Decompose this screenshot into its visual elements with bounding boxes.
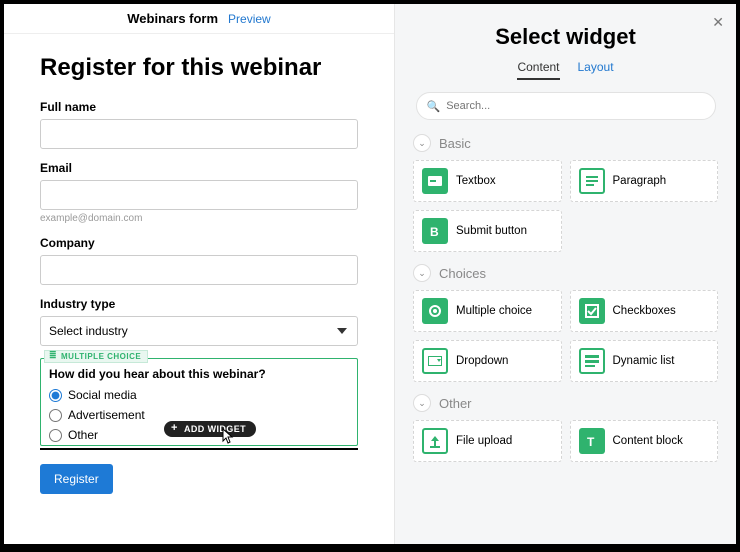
section-label: Choices — [439, 266, 486, 281]
widget-label: Textbox — [456, 175, 496, 187]
mc-type-tag: MULTIPLE CHOICE — [44, 350, 148, 363]
field-email[interactable]: Email example@domain.com — [40, 161, 358, 224]
company-label: Company — [40, 236, 358, 250]
section-label: Other — [439, 396, 472, 411]
widget-label: Multiple choice — [456, 305, 532, 317]
field-industry[interactable]: Industry type Select industry — [40, 297, 358, 346]
widget-label: Submit button — [456, 225, 527, 237]
form-builder-canvas: Webinars form Preview Register for this … — [4, 4, 394, 544]
widget-content-block[interactable]: T Content block — [570, 420, 719, 462]
section-label: Basic — [439, 136, 471, 151]
field-fullname[interactable]: Full name — [40, 100, 358, 149]
widget-multiple-choice[interactable]: Multiple choice — [413, 290, 562, 332]
mc-radio[interactable] — [49, 429, 62, 442]
textbox-icon — [422, 168, 448, 194]
mc-radio[interactable] — [49, 389, 62, 402]
mc-option[interactable]: Social media — [41, 385, 357, 405]
fullname-label: Full name — [40, 100, 358, 114]
widget-paragraph[interactable]: Paragraph — [570, 160, 719, 202]
mc-option-label: Other — [68, 428, 98, 442]
widget-dynamic-list[interactable]: Dynamic list — [570, 340, 719, 382]
widget-textbox[interactable]: Textbox — [413, 160, 562, 202]
svg-text:T: T — [587, 435, 595, 447]
preview-link[interactable]: Preview — [228, 12, 271, 26]
widget-label: Checkboxes — [613, 305, 676, 317]
paragraph-icon — [579, 168, 605, 194]
chevron-down-icon: ⌄ — [413, 134, 431, 152]
dropdown-icon — [422, 348, 448, 374]
widget-checkboxes[interactable]: Checkboxes — [570, 290, 719, 332]
email-hint: example@domain.com — [40, 213, 358, 224]
widget-dropdown[interactable]: Dropdown — [413, 340, 562, 382]
insert-bar[interactable] — [40, 448, 358, 450]
chevron-down-icon: ⌄ — [413, 264, 431, 282]
mc-radio[interactable] — [49, 409, 62, 422]
list-icon — [579, 348, 605, 374]
tab-layout[interactable]: Layout — [578, 60, 614, 80]
svg-text:B: B — [430, 225, 439, 237]
close-icon[interactable]: ✕ — [712, 14, 724, 31]
form-title: Register for this webinar — [40, 54, 358, 82]
email-label: Email — [40, 161, 358, 175]
field-company[interactable]: Company — [40, 236, 358, 285]
register-button[interactable]: Register — [40, 464, 113, 494]
cursor-icon — [222, 428, 236, 447]
widget-label: Dynamic list — [613, 355, 675, 367]
widget-panel: ✕ Select widget Content Layout 🔍 ⌄ Basic… — [394, 4, 736, 544]
add-widget-pill[interactable]: ADD WIDGET — [164, 421, 256, 437]
widget-submit[interactable]: B Submit button — [413, 210, 562, 252]
search-icon: 🔍 — [427, 100, 441, 113]
panel-tabs: Content Layout — [395, 60, 736, 80]
widget-label: Content block — [613, 435, 683, 447]
fullname-input[interactable] — [40, 119, 358, 149]
mc-option-label: Social media — [68, 388, 137, 402]
widget-label: Dropdown — [456, 355, 508, 367]
widget-label: File upload — [456, 435, 512, 447]
widget-file-upload[interactable]: File upload — [413, 420, 562, 462]
widget-label: Paragraph — [613, 175, 667, 187]
radio-icon — [422, 298, 448, 324]
checkbox-icon — [579, 298, 605, 324]
submit-icon: B — [422, 218, 448, 244]
company-input[interactable] — [40, 255, 358, 285]
section-choices[interactable]: ⌄ Choices — [413, 264, 718, 282]
tab-content[interactable]: Content — [517, 60, 559, 80]
section-basic[interactable]: ⌄ Basic — [413, 134, 718, 152]
search-input[interactable] — [446, 100, 704, 112]
industry-label: Industry type — [40, 297, 358, 311]
canvas-topbar: Webinars form Preview — [4, 4, 394, 34]
mc-option-label: Advertisement — [68, 408, 145, 422]
chevron-down-icon: ⌄ — [413, 394, 431, 412]
form-name: Webinars form — [127, 11, 218, 26]
email-input[interactable] — [40, 180, 358, 210]
section-other[interactable]: ⌄ Other — [413, 394, 718, 412]
search-field[interactable]: 🔍 — [416, 92, 716, 120]
text-block-icon: T — [579, 428, 605, 454]
upload-icon — [422, 428, 448, 454]
industry-select[interactable]: Select industry — [40, 316, 358, 346]
panel-title: Select widget — [395, 24, 736, 50]
